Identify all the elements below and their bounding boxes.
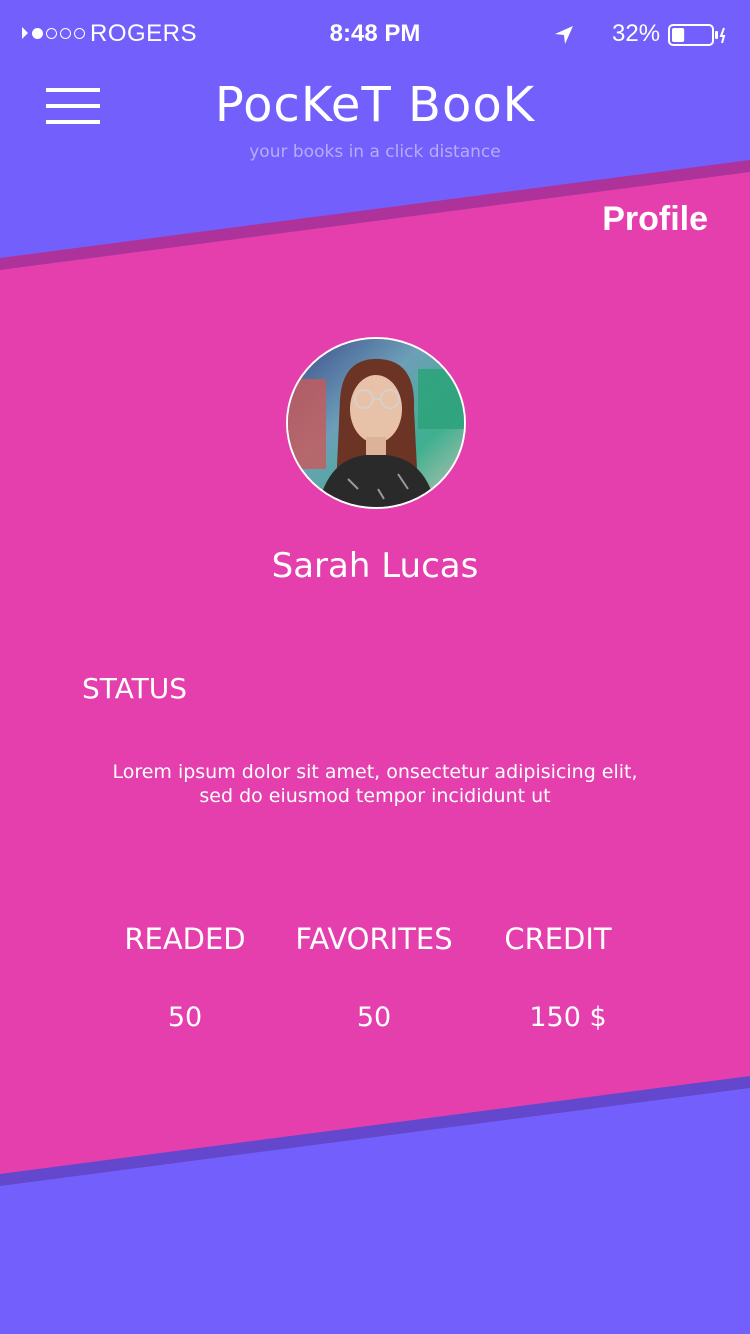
page-title: Profile [602, 200, 708, 238]
stat-value-readed[interactable]: 50 [85, 1002, 285, 1033]
stat-value-credit[interactable]: 150 $ [468, 1002, 668, 1033]
user-name: Sarah Lucas [271, 546, 479, 586]
profile-screen: ROGERS 8:48 PM 32% PocKeT BooK your book… [0, 0, 750, 1334]
status-heading: STATUS [82, 672, 188, 705]
avatar-photo [288, 339, 464, 507]
stat-label-readed: READED [124, 922, 246, 956]
profile-content: Profile Sarah Lucas STATUS Lorem ipsum d… [0, 0, 750, 1334]
avatar[interactable] [286, 337, 466, 509]
status-text: Lorem ipsum dolor sit amet, onsectetur a… [112, 761, 638, 807]
stat-value-favorites[interactable]: 50 [274, 1002, 474, 1033]
stat-label-credit: CREDIT [504, 922, 612, 956]
stat-label-favorites: FAVORITES [295, 922, 453, 956]
